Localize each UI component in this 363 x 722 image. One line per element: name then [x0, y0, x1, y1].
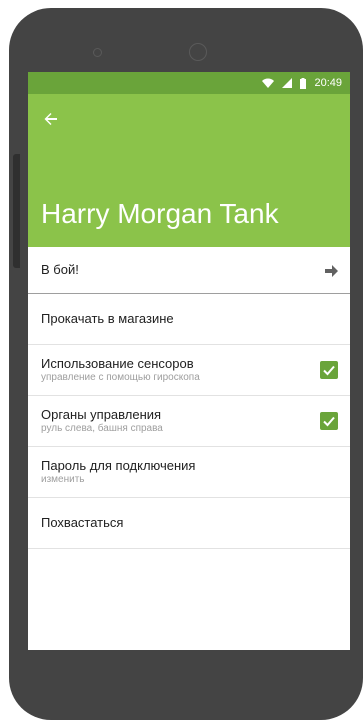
list-item-password[interactable]: Пароль для подключения изменить — [28, 447, 350, 498]
list-item-label: В бой! — [41, 262, 79, 277]
list-item-label: Похвастаться — [41, 515, 124, 530]
settings-list: В бой! Прокачать в магазине Использовани… — [28, 247, 350, 549]
list-item-label: Пароль для подключения — [41, 458, 196, 473]
wifi-icon — [262, 78, 275, 88]
arrow-right-icon — [325, 264, 338, 277]
arrow-left-icon[interactable] — [42, 110, 60, 128]
status-bar: 20:49 — [28, 72, 350, 94]
proximity-sensor — [93, 48, 102, 57]
list-item-subtitle: руль слева, башня справа — [41, 423, 163, 434]
list-item-label: Прокачать в магазине — [41, 311, 174, 326]
device-side-button — [13, 154, 20, 268]
front-camera — [189, 43, 207, 61]
list-item-subtitle: управление с помощью гироскопа — [41, 372, 200, 383]
status-time: 20:49 — [314, 77, 342, 89]
controls-checkbox[interactable] — [320, 412, 338, 430]
list-item-fight[interactable]: В бой! — [28, 247, 350, 294]
list-item-controls[interactable]: Органы управления руль слева, башня спра… — [28, 396, 350, 447]
screen: 20:49 Harry Morgan Tank В бой! Прокачать… — [28, 72, 350, 650]
list-item-sensors[interactable]: Использование сенсоров управление с помо… — [28, 345, 350, 396]
app-bar: Harry Morgan Tank — [28, 94, 350, 247]
list-item-label: Органы управления — [41, 407, 162, 422]
list-item-brag[interactable]: Похвастаться — [28, 498, 350, 549]
page-title: Harry Morgan Tank — [41, 198, 279, 229]
sensors-checkbox[interactable] — [320, 361, 338, 379]
battery-icon — [300, 77, 307, 89]
list-item-upgrade[interactable]: Прокачать в магазине — [28, 294, 350, 345]
signal-icon — [282, 78, 293, 88]
list-item-subtitle: изменить — [41, 474, 85, 485]
list-item-label: Использование сенсоров — [41, 356, 194, 371]
